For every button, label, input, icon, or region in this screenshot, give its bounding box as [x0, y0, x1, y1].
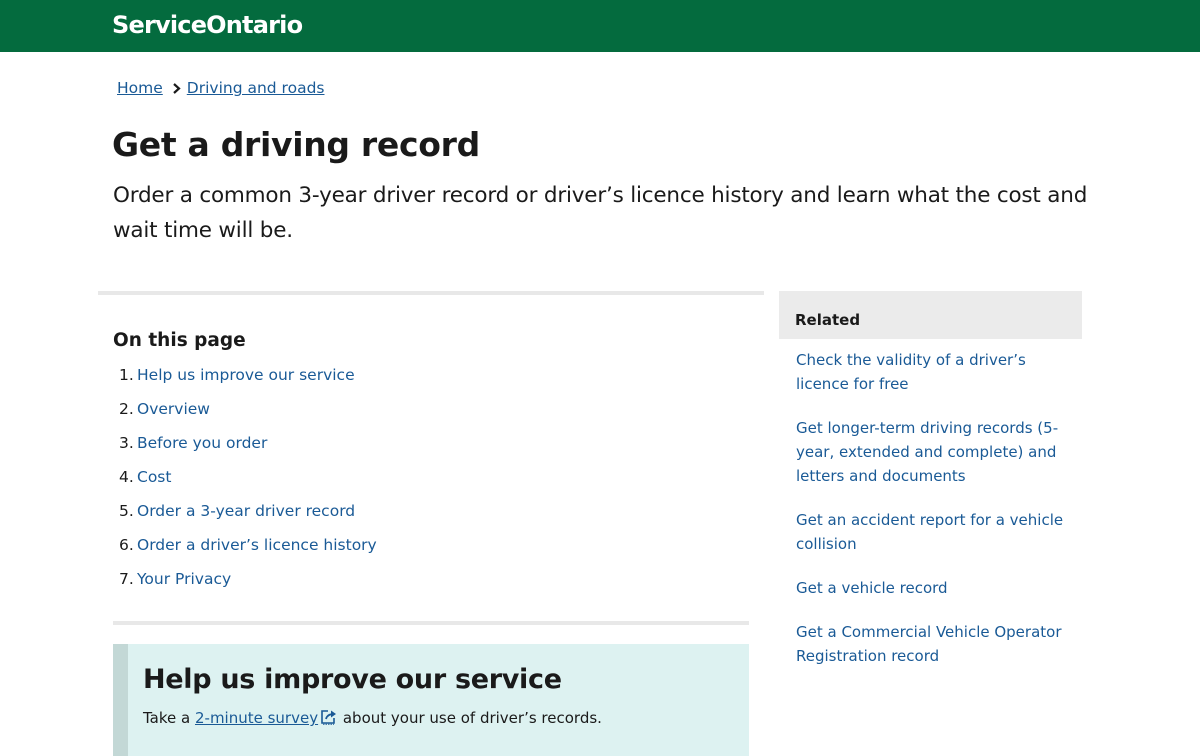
external-link-icon[interactable] [320, 709, 338, 725]
toc-link-order-licence-history[interactable]: Order a driver’s licence history [137, 536, 377, 554]
related-link-cvor-record[interactable]: Get a Commercial Vehicle Operator Regist… [796, 623, 1062, 665]
serviceontario-logo[interactable]: ServiceOntario [112, 9, 303, 41]
related-link-vehicle-record[interactable]: Get a vehicle record [796, 579, 948, 597]
related-item: Get a vehicle record [796, 576, 1066, 600]
toc-item-number: 3. [119, 434, 134, 452]
related-links: Check the validity of a driver’s licence… [796, 348, 1066, 688]
related-link-accident-report[interactable]: Get an accident report for a vehicle col… [796, 511, 1063, 553]
toc-link-overview[interactable]: Overview [137, 400, 210, 418]
toc-item: 5. Order a 3-year driver record [119, 500, 377, 534]
related-item: Get an accident report for a vehicle col… [796, 508, 1066, 556]
toc-item: 3. Before you order [119, 432, 377, 466]
chevron-right-icon [171, 78, 183, 98]
related-item: Check the validity of a driver’s licence… [796, 348, 1066, 396]
toc-link-cost[interactable]: Cost [137, 468, 171, 486]
callout-title: Help us improve our service [143, 664, 562, 695]
toc-item-number: 2. [119, 400, 134, 418]
related-title: Related [795, 311, 861, 329]
toc-item: 7. Your Privacy [119, 568, 377, 602]
breadcrumb-home[interactable]: Home [117, 78, 163, 98]
toc-item: 6. Order a driver’s licence history [119, 534, 377, 568]
callout-text-before: Take a [143, 709, 195, 727]
breadcrumb-driving-and-roads[interactable]: Driving and roads [187, 78, 325, 98]
related-link-check-licence-validity[interactable]: Check the validity of a driver’s licence… [796, 351, 1026, 393]
content-divider-top [98, 291, 764, 295]
toc-item: 4. Cost [119, 466, 377, 500]
callout-text-after: about your use of driver’s records. [338, 709, 602, 727]
on-this-page-list: 1. Help us improve our service 2. Overview… [119, 364, 377, 602]
toc-item-number: 4. [119, 468, 134, 486]
page-title: Get a driving record [112, 125, 480, 164]
toc-item-number: 7. [119, 570, 134, 588]
toc-link-before-you-order[interactable]: Before you order [137, 434, 267, 452]
on-this-page-heading: On this page [113, 330, 246, 351]
callout-text: Take a 2-minute survey about your use of… [143, 707, 602, 729]
toc-link-order-3-year-record[interactable]: Order a 3-year driver record [137, 502, 355, 520]
related-header: Related [779, 291, 1082, 339]
toc-link-your-privacy[interactable]: Your Privacy [137, 570, 231, 588]
survey-callout: Help us improve our service Take a 2-min… [113, 644, 749, 756]
toc-link-help-us-improve[interactable]: Help us improve our service [137, 366, 355, 384]
toc-item: 2. Overview [119, 398, 377, 432]
related-link-longer-term-records[interactable]: Get longer-term driving records (5-year,… [796, 419, 1058, 485]
toc-item: 1. Help us improve our service [119, 364, 377, 398]
toc-item-number: 1. [119, 366, 134, 384]
toc-item-number: 5. [119, 502, 134, 520]
site-header: ServiceOntario [0, 0, 1200, 52]
toc-item-number: 6. [119, 536, 134, 554]
survey-link[interactable]: 2-minute survey [195, 709, 318, 727]
page-lede: Order a common 3-year driver record or d… [113, 183, 1088, 243]
breadcrumb: Home Driving and roads [117, 78, 324, 98]
related-item: Get longer-term driving records (5-year,… [796, 416, 1066, 488]
content-divider-bottom [113, 621, 749, 625]
related-item: Get a Commercial Vehicle Operator Regist… [796, 620, 1066, 668]
